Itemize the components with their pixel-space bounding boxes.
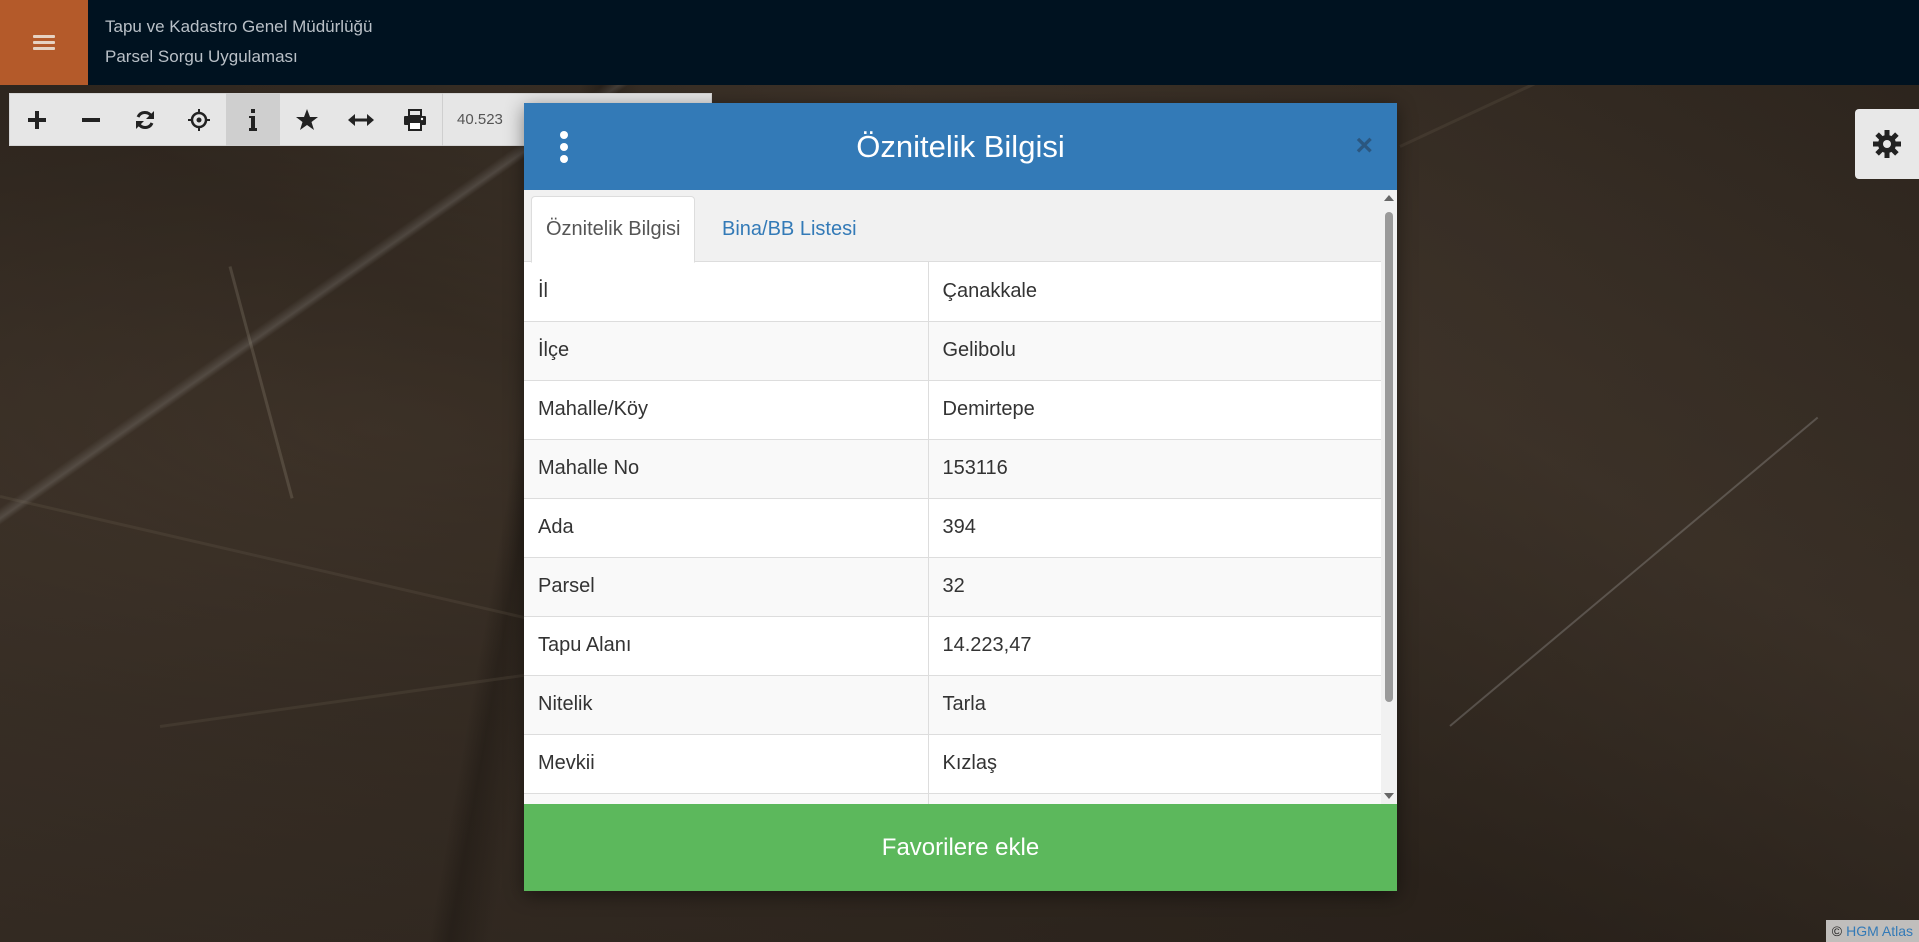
settings-button[interactable] [1855, 109, 1919, 179]
scrollbar-thumb[interactable] [1385, 212, 1393, 702]
locate-button[interactable] [172, 93, 226, 146]
attribute-table: İl Çanakkale İlçe Gelibolu Mahalle/Köy Demi… [524, 262, 1381, 804]
info-button[interactable] [226, 93, 280, 146]
attr-value: 14.223,47 [928, 616, 1381, 676]
dialog-scrollbar[interactable] [1381, 190, 1397, 804]
attr-value: 394 [928, 498, 1381, 558]
tab-bar: Öznitelik Bilgisi Bina/BB Listesi [524, 190, 1381, 263]
attr-key: Parsel [524, 557, 929, 617]
table-row: Mahalle/Köy Demirtepe [524, 380, 1381, 440]
star-icon [296, 108, 318, 130]
table-row: Mahalle No 153116 [524, 439, 1381, 499]
gear-icon [1873, 130, 1901, 158]
hamburger-icon [33, 34, 55, 51]
arrows-horizontal-icon [348, 113, 374, 126]
plus-icon [28, 110, 46, 129]
map-attribution: © HGM Atlas [1825, 920, 1919, 942]
close-icon[interactable]: × [1355, 131, 1373, 161]
refresh-icon [136, 110, 154, 129]
attr-key: Nitelik [524, 675, 929, 735]
table-row: Parsel 32 [524, 557, 1381, 617]
measure-button[interactable] [334, 93, 388, 146]
attr-value: Gelibolu [928, 321, 1381, 381]
table-row: İl Çanakkale [524, 262, 1381, 322]
info-icon [249, 108, 257, 131]
attr-value: 32 [928, 557, 1381, 617]
attr-key: Tapu Alanı [524, 616, 929, 676]
table-row: Mevkii Kızlaş [524, 734, 1381, 794]
dialog-body: Öznitelik Bilgisi Bina/BB Listesi İl Çana… [524, 190, 1397, 804]
table-row: Nitelik Tarla [524, 675, 1381, 735]
tab-building-list[interactable]: Bina/BB Listesi [708, 196, 871, 263]
dialog-title: Öznitelik Bilgisi [856, 128, 1065, 164]
scroll-up-icon[interactable] [1384, 195, 1394, 201]
attribution-link[interactable]: HGM Atlas [1846, 923, 1913, 939]
tab-attribute-info[interactable]: Öznitelik Bilgisi [531, 196, 696, 263]
app-header: Tapu ve Kadastro Genel Müdürlüğü Parsel … [0, 0, 1919, 85]
attr-key: İlçe [524, 321, 929, 381]
kebab-icon[interactable] [560, 131, 568, 163]
table-row: İlçe Gelibolu [524, 321, 1381, 381]
scroll-down-icon[interactable] [1384, 793, 1394, 799]
favorite-button[interactable] [280, 93, 334, 146]
zoom-in-button[interactable] [10, 93, 64, 146]
attr-key: İl [524, 262, 929, 322]
app-title-line1: Tapu ve Kadastro Genel Müdürlüğü [105, 17, 373, 36]
attr-key: Mahalle/Köy [524, 380, 929, 440]
copyright-symbol: © [1831, 923, 1843, 939]
zoom-out-button[interactable] [64, 93, 118, 146]
menu-button[interactable] [0, 0, 88, 85]
attribute-dialog: Öznitelik Bilgisi × Öznitelik Bilgisi Bi… [524, 103, 1397, 891]
attr-value: 153116 [928, 439, 1381, 499]
print-button[interactable] [388, 93, 442, 146]
attr-value: Tarla [928, 675, 1381, 735]
app-title: Tapu ve Kadastro Genel Müdürlüğü Parsel … [88, 0, 372, 85]
coordinate-readout: 40.523 [442, 93, 503, 146]
table-row: Ada 394 [524, 498, 1381, 558]
attr-key: Mevkii [524, 734, 929, 794]
attr-key: Mahalle No [524, 439, 929, 499]
add-to-favorites-button[interactable]: Favorilere ekle [524, 804, 1397, 891]
attr-key: Ada [524, 498, 929, 558]
minus-icon [82, 117, 100, 122]
refresh-button[interactable] [118, 93, 172, 146]
crosshair-icon [188, 108, 210, 131]
table-row [524, 793, 1381, 804]
attr-value: Demirtepe [928, 380, 1381, 440]
app-title-line2: Parsel Sorgu Uygulaması [105, 47, 298, 66]
attr-value: Çanakkale [928, 262, 1381, 322]
table-row: Tapu Alanı 14.223,47 [524, 616, 1381, 676]
print-icon [404, 108, 426, 131]
attr-value: Kızlaş [928, 734, 1381, 794]
dialog-header: Öznitelik Bilgisi × [524, 103, 1397, 190]
